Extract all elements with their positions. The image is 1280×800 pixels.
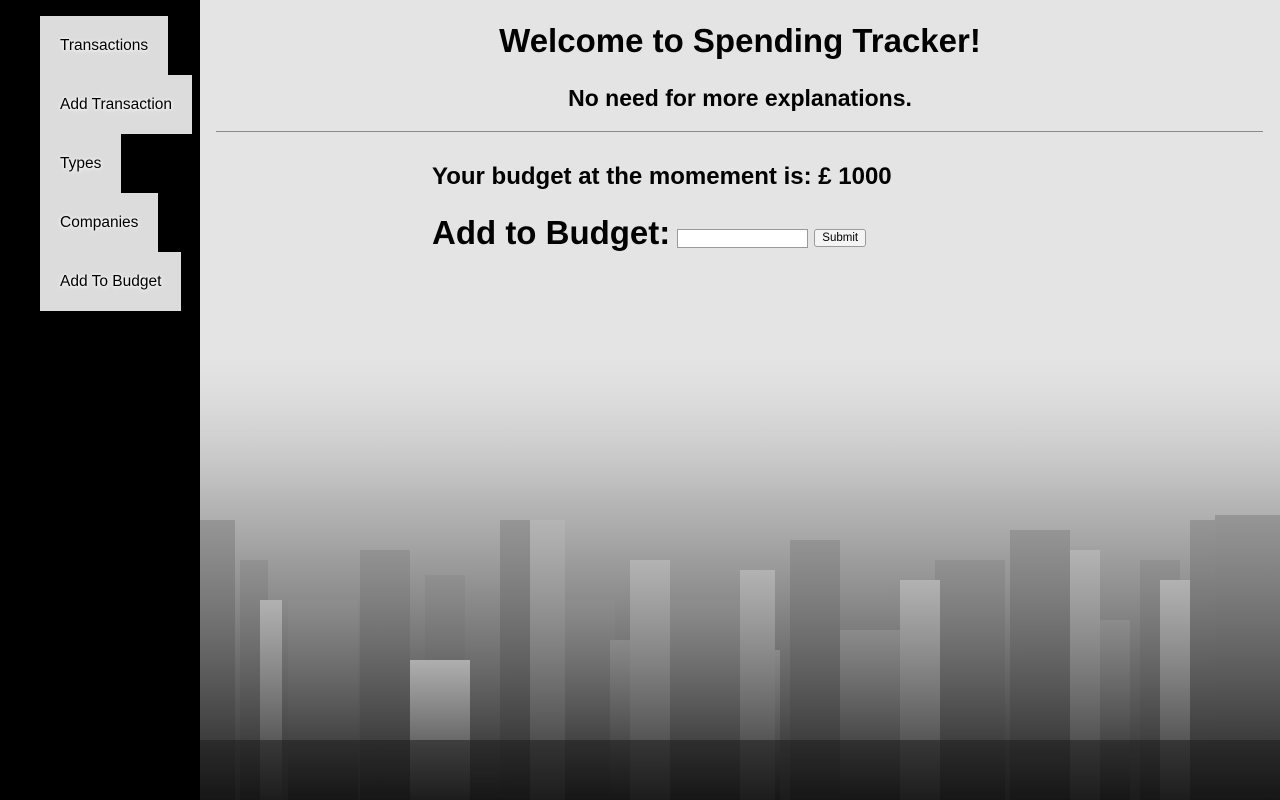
add-budget-form: Add to Budget: Submit xyxy=(432,214,867,252)
sidebar-item-transactions[interactable]: Transactions xyxy=(40,16,169,75)
sidebar-item-companies[interactable]: Companies xyxy=(40,193,159,252)
sidebar: Transactions Add Transaction Types Compa… xyxy=(0,0,200,800)
content-area: Welcome to Spending Tracker! No need for… xyxy=(200,0,1280,251)
add-to-budget-label: Add to Budget: xyxy=(432,214,671,251)
budget-amount-input[interactable] xyxy=(677,228,809,248)
sidebar-nav-list: Transactions Add Transaction Types Compa… xyxy=(0,0,200,311)
main-content: Welcome to Spending Tracker! No need for… xyxy=(200,0,1280,800)
page-title: Welcome to Spending Tracker! xyxy=(499,22,981,59)
page-subtitle: No need for more explanations. xyxy=(568,85,912,111)
sidebar-item-add-to-budget[interactable]: Add To Budget xyxy=(40,252,182,311)
submit-button[interactable]: Submit xyxy=(814,229,867,247)
sidebar-item-add-transaction[interactable]: Add Transaction xyxy=(40,75,193,134)
divider xyxy=(216,131,1263,132)
sidebar-item-types[interactable]: Types xyxy=(40,134,122,193)
current-budget-text: Your budget at the momement is: £ 1000 xyxy=(432,163,892,190)
